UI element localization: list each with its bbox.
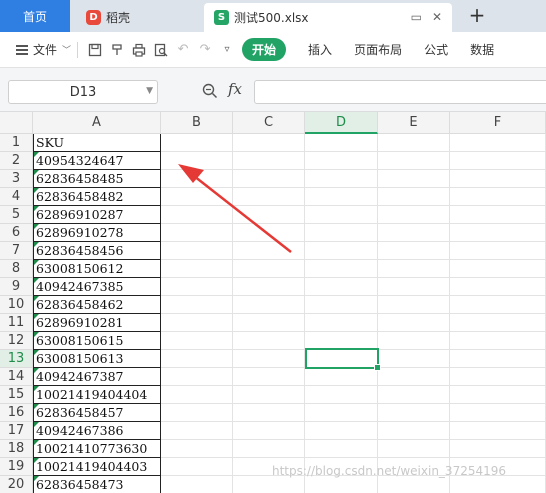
watermark: https://blog.csdn.net/weixin_37254196 [272,464,507,478]
annotation-arrow-icon [178,164,292,253]
spreadsheet-window: 首页 D 稻壳 S 测试500.xlsx ▭ ✕ + 文件 ﹀ ↶ ↷ ▿ 开始… [0,0,546,493]
